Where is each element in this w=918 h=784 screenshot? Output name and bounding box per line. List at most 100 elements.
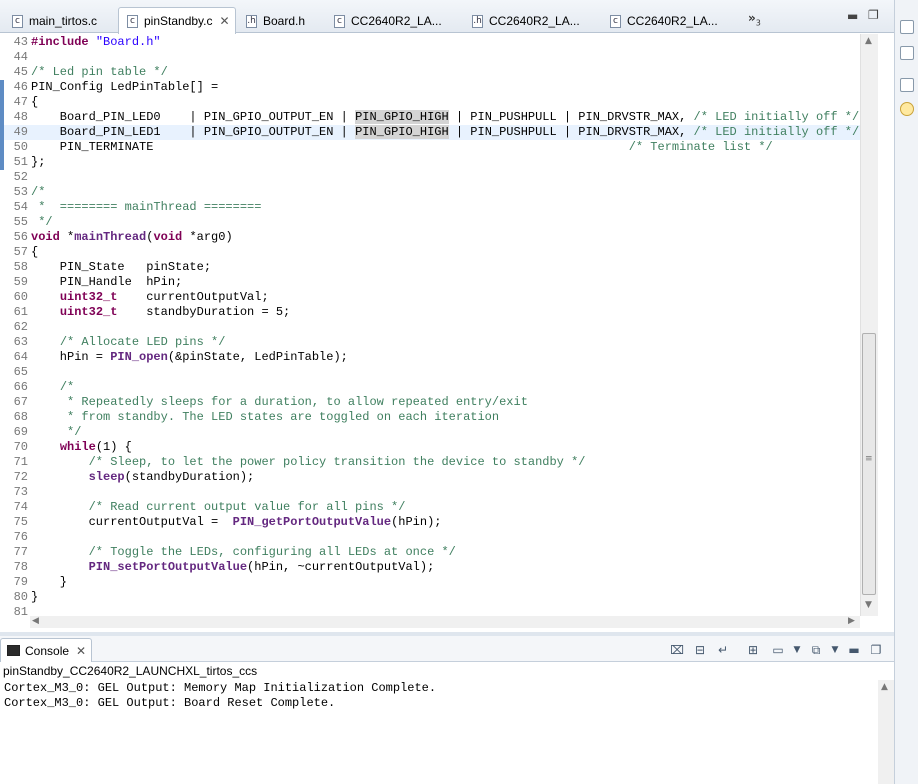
tab-main-tirtos[interactable]: c main_tirtos.c bbox=[4, 9, 97, 33]
close-icon[interactable]: ✕ bbox=[76, 644, 86, 658]
scroll-up-icon[interactable]: ▲ bbox=[881, 682, 888, 692]
code-line[interactable]: 59 PIN_Handle hPin; bbox=[0, 275, 860, 290]
code-line[interactable]: 49 Board_PIN_LED1 | PIN_GPIO_OUTPUT_EN |… bbox=[0, 125, 860, 140]
tab-overflow-button[interactable]: »3 bbox=[748, 11, 761, 27]
scroll-down-icon[interactable]: ▼ bbox=[865, 600, 872, 610]
code-line[interactable]: 55 */ bbox=[0, 215, 860, 230]
code-line[interactable]: 81 bbox=[0, 605, 860, 616]
code-line[interactable]: 72 sleep(standbyDuration); bbox=[0, 470, 860, 485]
close-icon[interactable]: ✕ bbox=[220, 14, 230, 28]
tab-cc2640r2-h[interactable]: .h CC2640R2_LA... bbox=[464, 9, 580, 33]
lightbulb-icon[interactable] bbox=[900, 102, 914, 116]
code-line[interactable]: 57{ bbox=[0, 245, 860, 260]
chevron-down-icon[interactable]: ▼ bbox=[827, 643, 843, 657]
tab-pinstandby[interactable]: c pinStandby.c ✕ bbox=[118, 7, 236, 34]
code-line[interactable]: 80} bbox=[0, 590, 860, 605]
code-line[interactable]: 44 bbox=[0, 50, 860, 65]
code-line[interactable]: 46 PIN_Config LedPinTable[] = bbox=[0, 80, 860, 95]
view-icon[interactable] bbox=[900, 46, 914, 60]
console-output[interactable]: Cortex_M3_0: GEL Output: Memory Map Init… bbox=[0, 680, 878, 784]
new-console-icon[interactable]: ⧉ bbox=[808, 643, 824, 657]
code-line[interactable]: 79 } bbox=[0, 575, 860, 590]
code-text: PIN_setPortOutputValue(hPin, ~currentOut… bbox=[88, 560, 435, 574]
code-line[interactable]: 74 /* Read current output value for all … bbox=[0, 500, 860, 515]
code-line[interactable]: 61 uint32_t standbyDuration = 5; bbox=[0, 305, 860, 320]
code-text: Board_PIN_LED0 | PIN_GPIO_OUTPUT_EN | PI… bbox=[31, 110, 860, 124]
display-console-icon[interactable]: ▭ bbox=[770, 643, 786, 657]
code-line[interactable]: 76 bbox=[0, 530, 860, 545]
code-line[interactable]: 56 void *mainThread(void *arg0) bbox=[0, 230, 860, 245]
editor-horizontal-scrollbar[interactable]: ◀ ▶ bbox=[30, 616, 860, 628]
scroll-lock-icon[interactable]: ⊟ bbox=[692, 643, 708, 657]
code-text: /* bbox=[31, 185, 46, 199]
code-line[interactable]: 51}; bbox=[0, 155, 860, 170]
line-number: 57 bbox=[13, 245, 28, 259]
code-line[interactable]: 77 /* Toggle the LEDs, configuring all L… bbox=[0, 545, 860, 560]
maximize-icon[interactable]: ❐ bbox=[868, 643, 884, 657]
chevron-down-icon[interactable]: ▼ bbox=[789, 643, 805, 657]
line-number: 51 bbox=[13, 155, 28, 169]
code-line[interactable]: 68 * from standby. The LED states are to… bbox=[0, 410, 860, 425]
code-line[interactable]: 65 bbox=[0, 365, 860, 380]
maximize-icon[interactable]: ❐ bbox=[868, 8, 879, 22]
minimize-icon[interactable]: ▬ bbox=[847, 9, 858, 23]
word-wrap-icon[interactable]: ↵ bbox=[715, 643, 731, 657]
pin-console-icon[interactable]: ⊞ bbox=[745, 643, 761, 657]
code-line[interactable]: 60 uint32_t currentOutputVal; bbox=[0, 290, 860, 305]
code-line[interactable]: 73 bbox=[0, 485, 860, 500]
scroll-left-icon[interactable]: ◀ bbox=[32, 616, 39, 626]
tab-label: main_tirtos.c bbox=[29, 14, 98, 28]
line-number: 74 bbox=[13, 500, 28, 514]
code-line[interactable]: 52 bbox=[0, 170, 860, 185]
code-text: Board_PIN_LED1 | PIN_GPIO_OUTPUT_EN | PI… bbox=[31, 125, 860, 139]
clear-console-icon[interactable]: ⌧ bbox=[669, 643, 685, 657]
console-vertical-scrollbar[interactable]: ▲ bbox=[878, 680, 894, 784]
code-line[interactable]: 71 /* Sleep, to let the power policy tra… bbox=[0, 455, 860, 470]
code-line[interactable]: 64 hPin = PIN_open(&pinState, LedPinTabl… bbox=[0, 350, 860, 365]
line-number: 79 bbox=[13, 575, 28, 589]
scroll-up-icon[interactable]: ▲ bbox=[865, 36, 872, 46]
tab-console[interactable]: Console ✕ bbox=[0, 638, 92, 662]
line-number: 80 bbox=[13, 590, 28, 604]
code-line[interactable]: 78 PIN_setPortOutputValue(hPin, ~current… bbox=[0, 560, 860, 575]
code-line[interactable]: 58 PIN_State pinState; bbox=[0, 260, 860, 275]
code-line[interactable]: 62 bbox=[0, 320, 860, 335]
code-line[interactable]: 47{ bbox=[0, 95, 860, 110]
tab-cc2640r2-c[interactable]: c CC2640R2_LA... bbox=[326, 9, 442, 33]
line-number: 68 bbox=[13, 410, 28, 424]
change-marker bbox=[0, 110, 4, 125]
tab-label: CC2640R2_LA... bbox=[351, 14, 442, 28]
restore-icon[interactable] bbox=[900, 20, 914, 34]
line-number: 72 bbox=[13, 470, 28, 484]
code-line[interactable]: 45/* Led pin table */ bbox=[0, 65, 860, 80]
code-text: /* Read current output value for all pin… bbox=[88, 500, 406, 514]
tab-board-h[interactable]: .h Board.h bbox=[238, 9, 305, 33]
code-line[interactable]: 75 currentOutputVal = PIN_getPortOutputV… bbox=[0, 515, 860, 530]
code-text: currentOutputVal = PIN_getPortOutputValu… bbox=[31, 515, 442, 529]
code-editor[interactable]: 43 #include "Board.h" 44 45/* Led pin table… bbox=[0, 34, 878, 616]
code-line[interactable]: 53/* bbox=[0, 185, 860, 200]
line-number: 59 bbox=[13, 275, 28, 289]
line-number: 71 bbox=[13, 455, 28, 469]
minimize-icon[interactable]: ▬ bbox=[846, 643, 862, 657]
right-trim-bar bbox=[894, 0, 918, 784]
line-number: 43 bbox=[13, 35, 28, 49]
code-line[interactable]: 67 * Repeatedly sleeps for a duration, t… bbox=[0, 395, 860, 410]
code-line[interactable]: 69 */ bbox=[0, 425, 860, 440]
code-line[interactable]: 43 #include "Board.h" bbox=[0, 35, 860, 50]
code-line[interactable]: 50 PIN_TERMINATE /* Terminate list */ bbox=[0, 140, 860, 155]
line-number: 70 bbox=[13, 440, 28, 454]
line-number: 60 bbox=[13, 290, 28, 304]
tab-cc2640r2-c2[interactable]: c CC2640R2_LA... bbox=[602, 9, 718, 33]
code-line[interactable]: 70 while(1) { bbox=[0, 440, 860, 455]
code-line[interactable]: 63 /* Allocate LED pins */ bbox=[0, 335, 860, 350]
restore-icon-2[interactable] bbox=[900, 78, 914, 92]
console-process-name: pinStandby_CC2640R2_LAUNCHXL_tirtos_ccs bbox=[3, 664, 258, 678]
editor-scroll-thumb[interactable]: ≡ bbox=[862, 333, 876, 595]
line-number: 53 bbox=[13, 185, 28, 199]
scroll-right-icon[interactable]: ▶ bbox=[848, 616, 855, 626]
code-line[interactable]: 54 * ======== mainThread ======== bbox=[0, 200, 860, 215]
code-line[interactable]: 66 /* bbox=[0, 380, 860, 395]
code-line[interactable]: 48 Board_PIN_LED0 | PIN_GPIO_OUTPUT_EN |… bbox=[0, 110, 860, 125]
change-marker bbox=[0, 95, 4, 110]
